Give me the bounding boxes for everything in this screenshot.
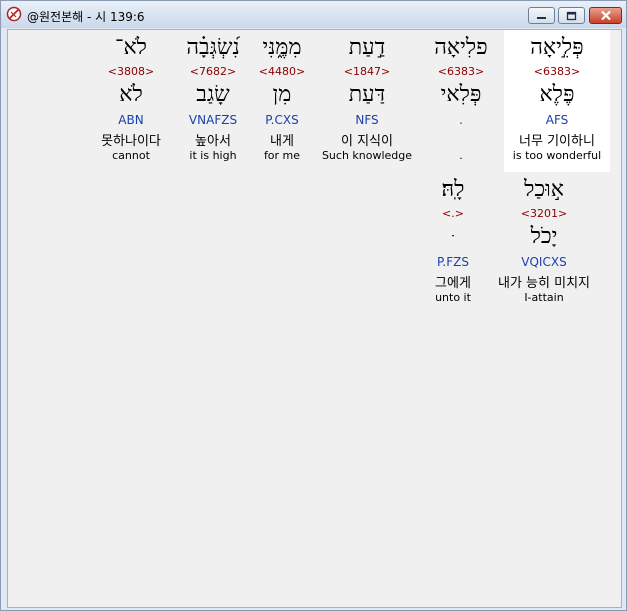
strong-number[interactable]: <6383> [408, 65, 514, 78]
korean-gloss: 그에게 [435, 276, 471, 291]
hebrew-root: לֹא [119, 82, 143, 107]
word-cell[interactable]: א֣וּכַל <3201> יָכֹל VQICXS 내가 능히 미치지 I-… [491, 172, 597, 314]
hebrew-root: ּ [400, 223, 506, 249]
hebrew-word: לָֽהּ׃ [441, 177, 465, 202]
maximize-button[interactable] [558, 7, 585, 24]
title-bar[interactable]: @원전본해 - 시 139:6 [1, 1, 626, 28]
korean-gloss: 못하나이다 [101, 134, 161, 149]
morphology-code: AFS [545, 113, 569, 127]
hebrew-word: לֹא־ [115, 35, 147, 60]
english-gloss: . [459, 149, 463, 162]
close-button[interactable] [589, 7, 622, 24]
english-gloss: I-attain [524, 291, 564, 304]
hebrew-root: יָכֹל [530, 224, 558, 249]
word-cell[interactable]: פְּלִ֣יאָה <6383> פֶּלֶא AFS 너무 기이하니 is … [504, 30, 610, 172]
strong-number[interactable]: <.> [400, 207, 506, 220]
morphology-code: ABN [118, 113, 144, 127]
interlinear-panel: פְּלִ֣יאָה <6383> פֶּלֶא AFS 너무 기이하니 is … [7, 29, 622, 608]
morphology-code: P.FZS [437, 255, 469, 269]
minimize-icon [529, 8, 554, 23]
hebrew-word: פלִיאָה [434, 35, 488, 60]
close-icon [590, 8, 621, 23]
app-window: @원전본해 - 시 139:6 פְּלִ֣יאָה <6383> פֶּלֶא… [0, 0, 627, 611]
korean-gloss: 너무 기이하니 [519, 134, 595, 149]
word-cell[interactable]: לָֽהּ׃ <.> ּ P.FZS 그에게 unto it [400, 172, 506, 314]
korean-gloss: 내가 능히 미치지 [498, 276, 590, 291]
hebrew-word: פְּלִ֣יאָה [530, 35, 584, 60]
strong-number[interactable]: <6383> [504, 65, 610, 78]
morphology-code: . [459, 113, 463, 127]
english-gloss: is too wonderful [512, 149, 602, 162]
hebrew-root: פְּלִאי [440, 82, 482, 107]
hebrew-word: א֣וּכַל [524, 177, 564, 202]
minimize-button[interactable] [528, 7, 555, 24]
window-title: @원전본해 - 시 139:6 [27, 10, 145, 24]
english-gloss: cannot [112, 149, 150, 162]
morphology-code: VQICXS [521, 255, 567, 269]
strong-number[interactable]: <3808> [78, 65, 184, 78]
app-icon [6, 6, 22, 22]
hebrew-root: פֶּלֶא [539, 82, 575, 107]
word-cell[interactable]: פלִיאָה <6383> פְּלִאי . . [408, 30, 514, 172]
strong-number[interactable]: <3201> [491, 207, 597, 220]
word-cell[interactable]: לֹא־ <3808> לֹא ABN 못하나이다 cannot [78, 30, 184, 172]
maximize-icon [559, 8, 584, 23]
english-gloss: unto it [435, 291, 471, 304]
